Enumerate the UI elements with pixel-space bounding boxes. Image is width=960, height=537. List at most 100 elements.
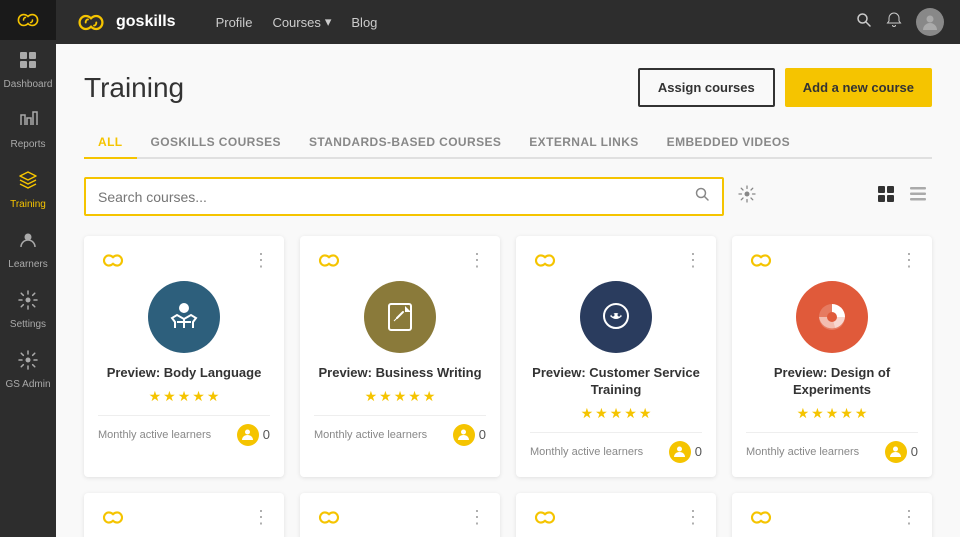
card-footer-3: Monthly active learners 0 (746, 432, 918, 463)
sidebar-item-dashboard[interactable]: Dashboard (0, 40, 56, 100)
card-menu-2[interactable]: ⋮ (684, 250, 702, 271)
card-logo-4 (98, 510, 128, 525)
course-card-0: ⋮ Preview: Body Language ★ ★ (84, 236, 284, 477)
footer-count-1: 0 (453, 424, 486, 446)
card-title-2: Preview: Customer Service Training (530, 365, 702, 399)
footer-label-0: Monthly active learners (98, 429, 211, 441)
card-menu-3[interactable]: ⋮ (900, 250, 918, 271)
nav-blog[interactable]: Blog (351, 15, 377, 30)
card-title-1: Preview: Business Writing (314, 365, 486, 382)
search-icon[interactable] (683, 179, 722, 214)
page-header: Training Assign courses Add a new course (84, 68, 932, 107)
course-card-1: ⋮ Preview: Business Writing ★ (300, 236, 500, 477)
courses-dropdown-icon: ▾ (325, 14, 332, 30)
card-top-7: ⋮ (746, 507, 918, 528)
card-menu-5[interactable]: ⋮ (468, 507, 486, 528)
card-stars-2: ★ ★ ★ ★ ★ (530, 405, 702, 422)
learner-icon-2 (669, 441, 691, 463)
tab-standards[interactable]: STANDARDS-BASED COURSES (295, 127, 515, 159)
card-logo-2 (530, 253, 560, 268)
card-title-3: Preview: Design of Experiments (746, 365, 918, 399)
course-icon-0 (148, 281, 220, 353)
sidebar-item-reports[interactable]: Reports (0, 100, 56, 160)
sidebar-label-reports: Reports (10, 139, 45, 150)
search-wrapper (84, 177, 724, 216)
sidebar-logo[interactable] (0, 0, 56, 40)
search-input[interactable] (86, 181, 683, 213)
top-nav: goskills Profile Courses ▾ Blog (56, 0, 960, 44)
card-footer-0: Monthly active learners 0 (98, 415, 270, 446)
footer-count-3: 0 (885, 441, 918, 463)
card-menu-6[interactable]: ⋮ (684, 507, 702, 528)
search-nav-icon[interactable] (856, 12, 872, 33)
course-card-6: ⋮ (516, 493, 716, 537)
main-container: goskills Profile Courses ▾ Blog (56, 0, 960, 537)
reports-icon (18, 110, 38, 135)
card-logo-1 (314, 253, 344, 268)
learners-icon (18, 230, 38, 255)
filter-gear-icon[interactable] (734, 181, 760, 212)
card-logo-7 (746, 510, 776, 525)
gs-admin-icon (18, 350, 38, 375)
tab-embedded[interactable]: EMBEDDED VIDEOS (653, 127, 804, 159)
card-menu-4[interactable]: ⋮ (252, 507, 270, 528)
card-top-3: ⋮ (746, 250, 918, 271)
tab-all[interactable]: ALL (84, 127, 137, 159)
sidebar-item-gs-admin[interactable]: GS Admin (0, 340, 56, 400)
learner-count-2: 0 (695, 444, 702, 459)
card-stars-3: ★ ★ ★ ★ ★ (746, 405, 918, 422)
card-top-6: ⋮ (530, 507, 702, 528)
nav-courses[interactable]: Courses ▾ (272, 14, 331, 30)
settings-icon (18, 290, 38, 315)
page-title: Training (84, 72, 184, 104)
course-card-2: ⋮ Preview: Customer Service Training ★ (516, 236, 716, 477)
course-icon-3 (796, 281, 868, 353)
card-title-0: Preview: Body Language (98, 365, 270, 382)
card-icon-area-0 (98, 281, 270, 353)
footer-label-1: Monthly active learners (314, 429, 427, 441)
tab-goskills[interactable]: GOSKILLS COURSES (137, 127, 295, 159)
card-icon-area-3 (746, 281, 918, 353)
sidebar-item-learners[interactable]: Learners (0, 220, 56, 280)
card-logo-6 (530, 510, 560, 525)
footer-count-2: 0 (669, 441, 702, 463)
grid-view-button[interactable] (872, 180, 900, 213)
dashboard-icon (18, 50, 38, 75)
view-toggles (872, 180, 932, 213)
sidebar-item-settings[interactable]: Settings (0, 280, 56, 340)
courses-grid: ⋮ Preview: Body Language ★ ★ (84, 236, 932, 477)
tabs-bar: ALL GOSKILLS COURSES STANDARDS-BASED COU… (84, 127, 932, 159)
card-menu-7[interactable]: ⋮ (900, 507, 918, 528)
card-logo-3 (746, 253, 776, 268)
content-area: Training Assign courses Add a new course… (56, 44, 960, 537)
course-card-4: ⋮ (84, 493, 284, 537)
learner-count-3: 0 (911, 444, 918, 459)
nav-profile[interactable]: Profile (216, 15, 253, 30)
tab-external[interactable]: EXTERNAL LINKS (515, 127, 652, 159)
course-card-3: ⋮ Preview: Design of Experiments (732, 236, 932, 477)
sidebar-item-training[interactable]: Training (0, 160, 56, 220)
card-menu-1[interactable]: ⋮ (468, 250, 486, 271)
avatar[interactable] (916, 8, 944, 36)
search-bar-row (84, 177, 932, 216)
sidebar-label-gs-admin: GS Admin (5, 379, 50, 390)
card-top-5: ⋮ (314, 507, 486, 528)
card-stars-1: ★ ★ ★ ★ ★ (314, 388, 486, 405)
course-icon-1 (364, 281, 436, 353)
card-icon-area-2 (530, 281, 702, 353)
sidebar-label-learners: Learners (8, 259, 47, 270)
card-top-0: ⋮ (98, 250, 270, 271)
list-view-button[interactable] (904, 180, 932, 213)
card-stars-0: ★ ★ ★ ★ ★ (98, 388, 270, 405)
sidebar-label-training: Training (10, 199, 46, 210)
sidebar: Dashboard Reports Training Learners (0, 0, 56, 537)
card-menu-0[interactable]: ⋮ (252, 250, 270, 271)
course-card-5: ⋮ (300, 493, 500, 537)
add-course-button[interactable]: Add a new course (785, 68, 932, 107)
bell-icon[interactable] (886, 12, 902, 33)
assign-courses-button[interactable]: Assign courses (638, 68, 775, 107)
card-logo-5 (314, 510, 344, 525)
learner-icon-3 (885, 441, 907, 463)
card-footer-1: Monthly active learners 0 (314, 415, 486, 446)
learner-icon-0 (237, 424, 259, 446)
